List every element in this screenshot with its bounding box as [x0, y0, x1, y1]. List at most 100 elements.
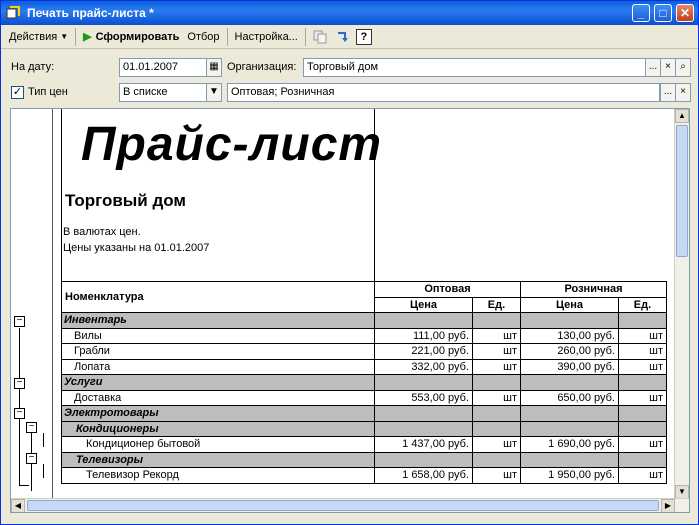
empty-cell [374, 405, 473, 422]
horizontal-scrollbar[interactable]: ◀ ▶ [11, 498, 689, 512]
org-select-button[interactable]: ... [645, 58, 661, 77]
tree-line [43, 464, 44, 478]
scroll-right-icon[interactable]: ▶ [661, 499, 675, 512]
wholesale-price: 332,00 руб. [374, 358, 473, 375]
toolbar-separator [75, 27, 77, 46]
org-field[interactable]: Торговый дом [303, 58, 646, 77]
header-retail: Розничная [520, 281, 667, 298]
currency-note: В валютах цен. [63, 226, 141, 238]
price-type-mode-select[interactable]: В списке [119, 83, 207, 102]
collapse-icon[interactable]: − [26, 422, 37, 433]
item-name: Грабли [61, 343, 375, 360]
table-row: Доставка 553,00 руб. шт 650,00 руб. шт [61, 389, 667, 406]
retail-price: 390,00 руб. [520, 358, 619, 375]
empty-cell [472, 374, 521, 391]
empty-cell [618, 451, 667, 468]
wholesale-unit: шт [472, 467, 521, 484]
vertical-scrollbar[interactable]: ▲ ▼ [674, 109, 689, 499]
app-icon [5, 5, 21, 21]
collapse-icon[interactable]: − [14, 316, 25, 327]
group-row: Услуги [61, 374, 667, 391]
actions-menu-button[interactable]: Действия ▼ [5, 27, 72, 47]
collapse-icon[interactable]: − [14, 408, 25, 419]
scroll-thumb[interactable] [27, 500, 659, 511]
collapse-icon[interactable]: − [26, 453, 37, 464]
wholesale-price: 553,00 руб. [374, 389, 473, 406]
toolbar-separator [304, 27, 306, 46]
retail-unit: шт [618, 358, 667, 375]
group-name: Телевизоры [61, 451, 375, 468]
report-sheet: Прайс-лист Торговый дом В валютах цен. Ц… [53, 109, 675, 499]
header-price: Цена [374, 296, 473, 313]
header-unit: Ед. [618, 296, 667, 313]
empty-cell [472, 420, 521, 437]
generate-button[interactable]: ▶ Сформировать [79, 27, 183, 47]
report-area[interactable]: − − − − − Прайс-лист Торговый дом В валю… [10, 108, 690, 513]
search-icon[interactable]: ⌕ [675, 58, 691, 77]
copy-icon[interactable] [311, 28, 329, 46]
tree-line [19, 485, 29, 486]
retail-unit: шт [618, 343, 667, 360]
play-icon: ▶ [83, 31, 92, 43]
table-row: Кондиционер бытовой 1 437,00 руб. шт 1 690,… [61, 436, 667, 453]
collapse-icon[interactable]: − [14, 378, 25, 389]
date-note: Цены указаны на 01.01.2007 [63, 242, 210, 254]
minimize-icon[interactable]: _ [632, 4, 650, 22]
empty-cell [520, 420, 619, 437]
price-type-checkbox[interactable]: ✓ [11, 86, 24, 99]
toolbar: Действия ▼ ▶ Сформировать Отбор Настройк… [1, 25, 698, 49]
close-icon[interactable]: ✕ [676, 4, 694, 22]
empty-cell [618, 374, 667, 391]
title-bar: Печать прайс-листа * _ □ ✕ [1, 1, 698, 25]
group-name: Кондиционеры [61, 420, 375, 437]
price-type-row: ✓ Тип цен В списке ▼ Оптовая; Розничная … [1, 83, 699, 103]
subgroup-row: Кондиционеры [61, 420, 667, 437]
retail-price: 260,00 руб. [520, 343, 619, 360]
chevron-down-icon[interactable]: ▼ [206, 83, 222, 102]
calendar-icon[interactable]: ▦ [206, 58, 222, 77]
actions-label: Действия [9, 30, 58, 43]
item-name: Кондиционер бытовой [61, 436, 375, 453]
generate-label: Сформировать [95, 30, 180, 43]
maximize-icon[interactable]: □ [654, 4, 672, 22]
wholesale-unit: шт [472, 343, 521, 360]
retail-price: 130,00 руб. [520, 327, 619, 344]
tree-line [43, 433, 44, 447]
item-name: Лопата [61, 358, 375, 375]
scroll-left-icon[interactable]: ◀ [11, 499, 25, 512]
wholesale-unit: шт [472, 327, 521, 344]
price-type-select-button[interactable]: ... [660, 83, 676, 102]
org-clear-button[interactable]: × [660, 58, 676, 77]
wholesale-unit: шт [472, 358, 521, 375]
price-type-clear-button[interactable]: × [675, 83, 691, 102]
select-button[interactable]: Отбор [183, 27, 223, 47]
subgroup-row: Телевизоры [61, 451, 667, 468]
scroll-thumb[interactable] [676, 125, 688, 257]
chevron-down-icon: ▼ [60, 32, 69, 41]
price-type-field[interactable]: Оптовая; Розничная [227, 83, 660, 102]
item-name: Телевизор Рекорд [61, 467, 375, 484]
scroll-up-icon[interactable]: ▲ [675, 109, 689, 123]
empty-cell [618, 420, 667, 437]
table-row: Телевизор Рекорд 1 658,00 руб. шт 1 950,00 … [61, 467, 667, 484]
empty-cell [472, 451, 521, 468]
wholesale-price: 1 437,00 руб. [374, 436, 473, 453]
wholesale-unit: шт [472, 436, 521, 453]
retail-unit: шт [618, 327, 667, 344]
item-name: Вилы [61, 327, 375, 344]
settings-button[interactable]: Настройка... [231, 27, 302, 47]
empty-cell [618, 312, 667, 329]
wholesale-price: 1 658,00 руб. [374, 467, 473, 484]
retail-price: 1 690,00 руб. [520, 436, 619, 453]
empty-cell [374, 374, 473, 391]
refresh-icon[interactable] [333, 28, 351, 46]
group-row: Инвентарь [61, 312, 667, 329]
report-title: Прайс-лист [81, 118, 383, 171]
item-name: Доставка [61, 389, 375, 406]
date-field[interactable]: 01.01.2007 [119, 58, 207, 77]
retail-price: 650,00 руб. [520, 389, 619, 406]
scroll-down-icon[interactable]: ▼ [675, 485, 689, 499]
empty-cell [520, 405, 619, 422]
help-button[interactable]: ? [355, 28, 373, 46]
empty-cell [374, 312, 473, 329]
